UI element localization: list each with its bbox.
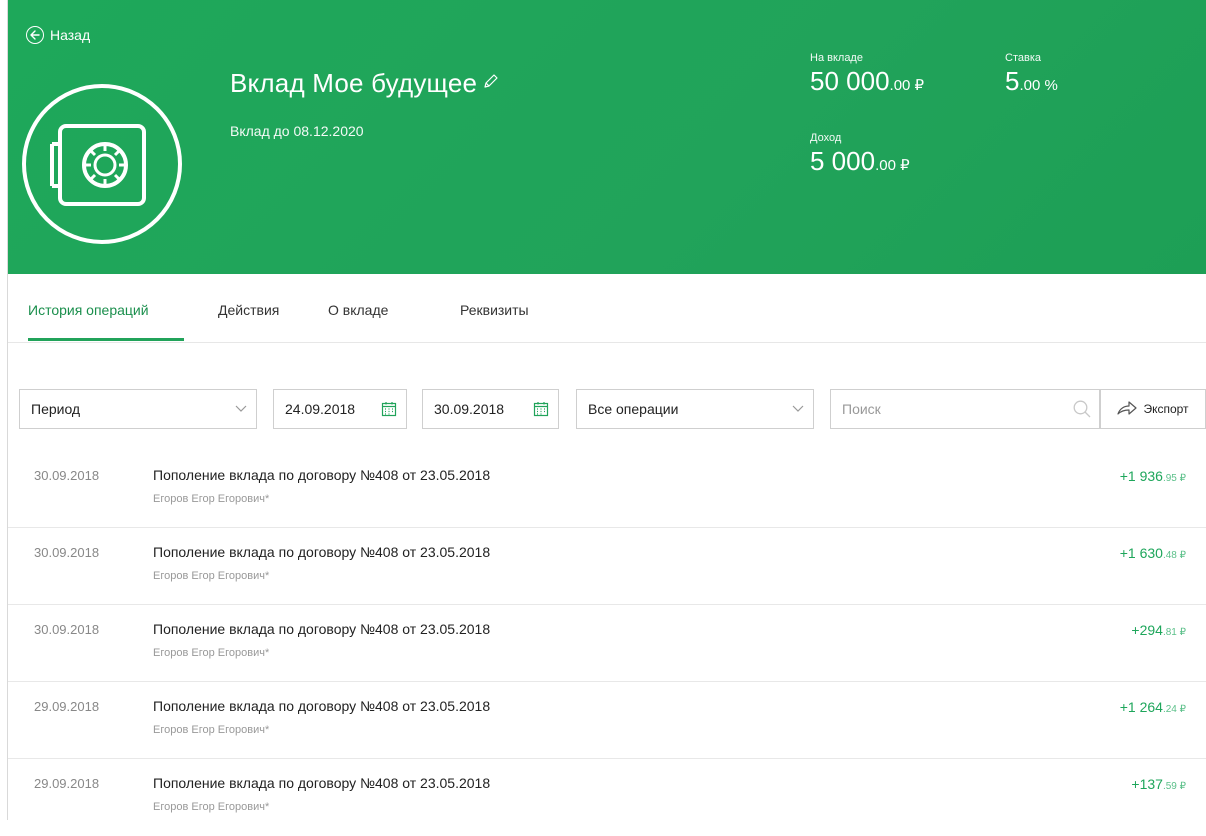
date-to-value: 30.09.2018 xyxy=(434,401,505,417)
operation-amount: +1 936.95 ₽ xyxy=(1120,468,1186,484)
operation-payer: Егоров Егор Егорович* xyxy=(153,493,270,505)
period-select[interactable]: Период xyxy=(19,389,257,429)
back-button[interactable]: Назад xyxy=(26,26,90,44)
tab-history[interactable]: История операций xyxy=(28,302,149,318)
period-select-value: Период xyxy=(31,401,81,417)
chevron-down-icon xyxy=(783,405,813,413)
operation-date: 30.09.2018 xyxy=(34,622,100,637)
income: Доход 5 000.00 ₽ xyxy=(810,132,910,177)
income-value: 5 000.00 ₽ xyxy=(810,146,910,177)
share-arrow-icon xyxy=(1117,400,1138,418)
interest-rate-label: Ставка xyxy=(1005,52,1041,64)
operation-amount: +137.59 ₽ xyxy=(1131,776,1186,792)
tab-actions[interactable]: Действия xyxy=(218,302,279,318)
search-icon[interactable] xyxy=(1065,400,1099,418)
export-button[interactable]: Экспорт xyxy=(1100,389,1206,429)
operation-amount-int: +1 936 xyxy=(1119,468,1163,484)
deposit-amount: На вкладе 50 000.00 ₽ xyxy=(810,52,924,97)
income-label: Доход xyxy=(810,132,842,144)
operation-payer: Егоров Егор Егорович* xyxy=(153,647,270,659)
interest-rate: Ставка 5.00 % xyxy=(1005,52,1058,97)
operation-payer: Егоров Егор Егорович* xyxy=(153,724,270,736)
interest-rate-int: 5 xyxy=(1005,66,1020,96)
tab-bar: История операций Действия О вкладе Рекви… xyxy=(8,274,1206,343)
tab-requisites[interactable]: Реквизиты xyxy=(460,302,529,318)
deposit-amount-value: 50 000.00 ₽ xyxy=(810,66,924,97)
income-dec: .00 ₽ xyxy=(875,157,910,174)
calendar-icon[interactable] xyxy=(372,401,406,417)
interest-rate-value: 5.00 % xyxy=(1005,66,1058,97)
operation-amount-dec: .59 ₽ xyxy=(1162,781,1186,792)
list-item[interactable]: 30.09.2018 Пополение вклада по договору … xyxy=(8,605,1206,682)
operation-description: Пополение вклада по договору №408 от 23.… xyxy=(153,544,491,560)
operation-amount-dec: .95 ₽ xyxy=(1162,473,1186,484)
operation-amount-dec: .48 ₽ xyxy=(1162,550,1186,561)
search-placeholder: Поиск xyxy=(842,401,881,417)
operation-date: 30.09.2018 xyxy=(34,468,100,483)
chevron-down-icon xyxy=(226,405,256,413)
deposit-amount-label: На вкладе xyxy=(810,52,863,64)
operation-description: Пополение вклада по договору №408 от 23.… xyxy=(153,698,491,714)
active-tab-indicator xyxy=(28,338,184,341)
operation-amount: +1 630.48 ₽ xyxy=(1120,545,1186,561)
operation-payer: Егоров Егор Егорович* xyxy=(153,570,270,582)
deposit-amount-dec: .00 ₽ xyxy=(889,77,925,94)
operation-amount-dec: .81 ₽ xyxy=(1162,627,1186,638)
page-title: Вклад Мое будущее xyxy=(230,68,478,98)
list-item[interactable]: 30.09.2018 Пополение вклада по договору … xyxy=(8,451,1206,528)
operation-description: Пополение вклада по договору №408 от 23.… xyxy=(153,775,491,791)
operation-amount: +294.81 ₽ xyxy=(1131,622,1186,638)
operation-amount: +1 264.24 ₽ xyxy=(1120,699,1186,715)
deposit-title-row: Вклад Мое будущее xyxy=(230,68,499,99)
interest-rate-dec: .00 % xyxy=(1019,77,1058,94)
operation-date: 30.09.2018 xyxy=(34,545,100,560)
list-item[interactable]: 29.09.2018 Пополение вклада по договору … xyxy=(8,682,1206,759)
operation-date: 29.09.2018 xyxy=(34,776,100,791)
operation-payer: Егоров Егор Егорович* xyxy=(153,801,270,813)
income-int: 5 000 xyxy=(810,146,876,176)
arrow-left-icon xyxy=(26,26,44,44)
back-label: Назад xyxy=(50,27,91,43)
operation-amount-int: +1 630 xyxy=(1119,545,1163,561)
list-item[interactable]: 30.09.2018 Пополение вклада по договору … xyxy=(8,528,1206,605)
deposit-header: Назад Вклад Мое будущее Вклад до 08.12.2… xyxy=(8,0,1206,274)
search-input[interactable]: Поиск xyxy=(830,389,1100,429)
tab-about[interactable]: О вкладе xyxy=(328,302,388,318)
operation-amount-int: +137 xyxy=(1131,776,1163,792)
deposit-end-date: Вклад до 08.12.2020 xyxy=(230,123,364,139)
export-label: Экспорт xyxy=(1143,402,1189,416)
operation-amount-int: +1 264 xyxy=(1119,699,1163,715)
operations-select-value: Все операции xyxy=(588,401,679,417)
calendar-icon[interactable] xyxy=(524,401,558,417)
operation-description: Пополение вклада по договору №408 от 23.… xyxy=(153,621,491,637)
operations-select[interactable]: Все операции xyxy=(576,389,814,429)
operation-date: 29.09.2018 xyxy=(34,699,100,714)
operation-amount-dec: .24 ₽ xyxy=(1162,704,1186,715)
operation-description: Пополение вклада по договору №408 от 23.… xyxy=(153,467,491,483)
date-from-value: 24.09.2018 xyxy=(285,401,356,417)
operation-amount-int: +294 xyxy=(1131,622,1163,638)
date-to-field[interactable]: 30.09.2018 xyxy=(422,389,559,429)
date-from-field[interactable]: 24.09.2018 xyxy=(273,389,407,429)
list-item[interactable]: 29.09.2018 Пополение вклада по договору … xyxy=(8,759,1206,836)
pencil-icon[interactable] xyxy=(483,73,499,94)
deposit-amount-int: 50 000 xyxy=(810,66,890,96)
safe-icon xyxy=(22,84,182,244)
